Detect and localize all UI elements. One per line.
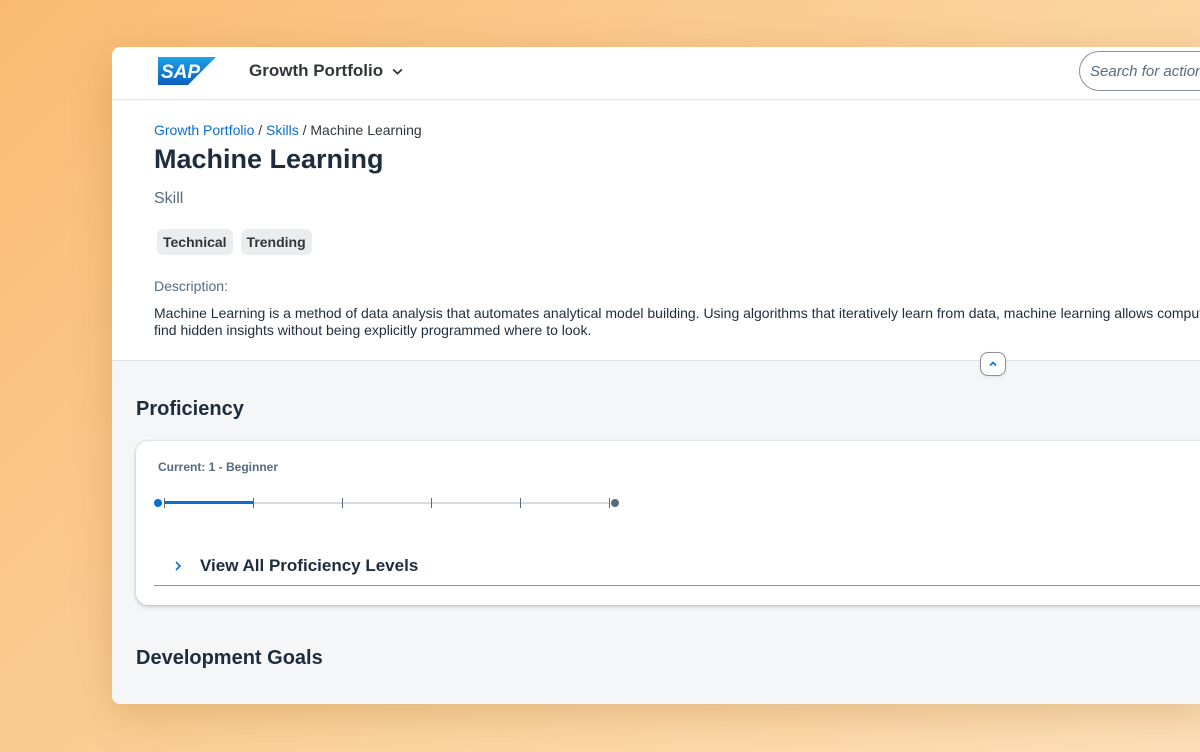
breadcrumb-current: Machine Learning [310, 122, 422, 138]
slider-tick [164, 498, 165, 508]
view-all-levels-expander[interactable]: View All Proficiency Levels [154, 546, 1200, 586]
slider-tick [520, 498, 521, 508]
expander-label: View All Proficiency Levels [200, 555, 419, 575]
slider-tick [342, 498, 343, 508]
shell-bar: SAP Growth Portfolio [112, 47, 1200, 100]
slider-tick [609, 498, 610, 508]
sap-logo[interactable]: SAP [158, 57, 216, 85]
tag-list: Technical Trending [157, 229, 312, 255]
development-goals-title: Development Goals [136, 647, 323, 669]
description-label: Description: [154, 278, 228, 294]
app-title-menu[interactable]: Growth Portfolio [249, 61, 404, 81]
breadcrumb-link-growth-portfolio[interactable]: Growth Portfolio [154, 122, 254, 138]
chevron-up-icon [989, 361, 997, 367]
slider-tick [431, 498, 432, 508]
breadcrumb-separator: / [254, 122, 267, 138]
slider-tick [253, 498, 254, 508]
proficiency-title: Proficiency [136, 398, 244, 420]
breadcrumb: Growth Portfolio / Skills / Machine Lear… [154, 122, 422, 138]
slider-progress [164, 501, 253, 504]
tag-technical: Technical [157, 229, 233, 255]
search-input[interactable] [1090, 62, 1200, 80]
tag-trending: Trending [240, 229, 312, 255]
current-proficiency-label: Current: 1 - Beginner [158, 460, 279, 474]
chevron-down-icon [392, 68, 403, 75]
app-title-text: Growth Portfolio [249, 61, 384, 80]
chevron-right-icon [175, 560, 182, 571]
description-text: Machine Learning is a method of data ana… [154, 305, 1200, 338]
proficiency-card: Current: 1 - Beginner View All Proficien… [136, 441, 1200, 605]
slider-end-handle [611, 499, 619, 507]
object-page-header: Growth Portfolio / Skills / Machine Lear… [112, 101, 1200, 361]
search-field[interactable] [1079, 51, 1200, 91]
page-subtitle: Skill [154, 190, 184, 207]
app-window: SAP Growth Portfolio Growth Portfolio / … [112, 47, 1200, 704]
page-title: Machine Learning [154, 144, 384, 174]
breadcrumb-separator: / [298, 122, 311, 138]
slider-start-handle [154, 499, 162, 507]
sap-logo-text: SAP [161, 62, 200, 83]
breadcrumb-link-skills[interactable]: Skills [266, 122, 299, 138]
collapse-header-button[interactable] [980, 352, 1006, 376]
proficiency-slider [154, 493, 634, 513]
